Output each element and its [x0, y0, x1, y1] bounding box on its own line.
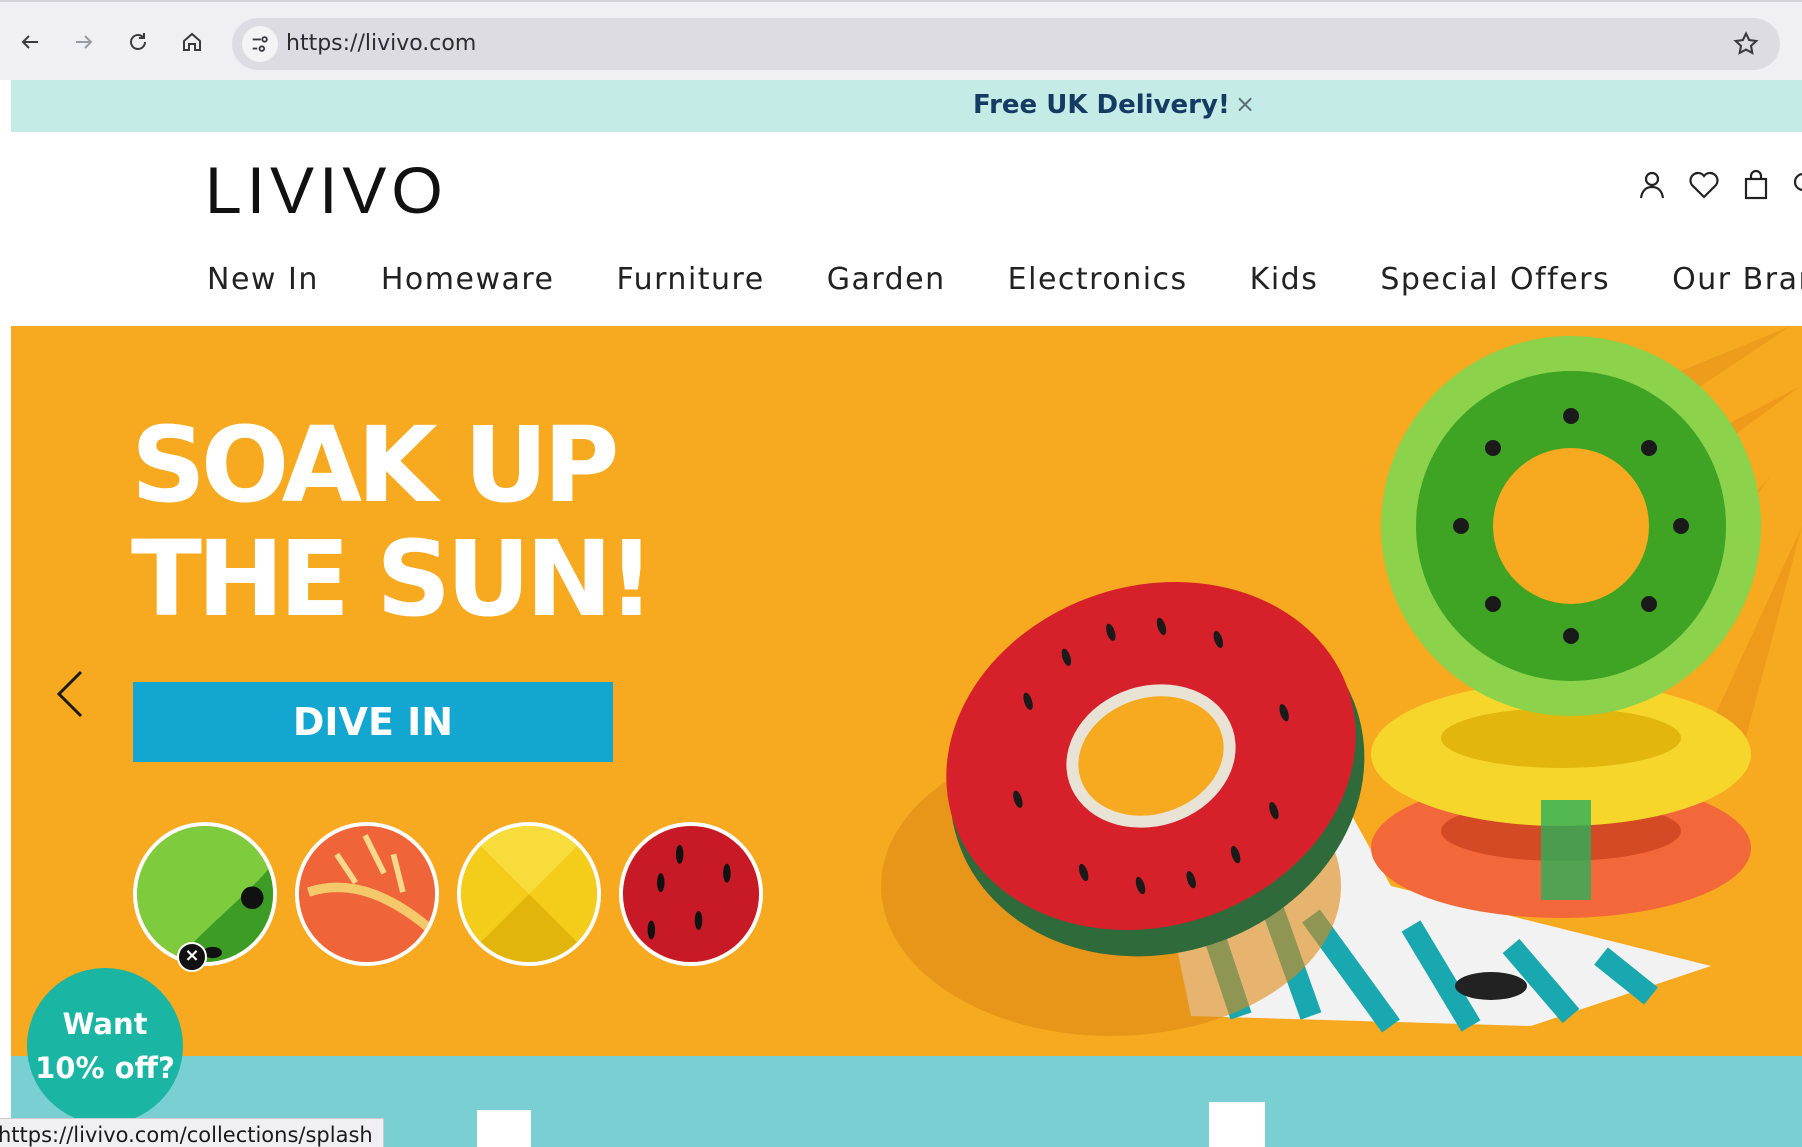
hero-banner[interactable]: SOAK UP THE SUN! DIVE IN — [11, 326, 1802, 1056]
bookmark-star-icon[interactable] — [1732, 30, 1760, 58]
address-bar[interactable]: https://livivo.com — [232, 18, 1780, 70]
forward-icon[interactable] — [66, 24, 102, 60]
chevron-left-icon[interactable] — [51, 664, 91, 724]
url-text[interactable]: https://livivo.com — [286, 31, 476, 56]
discount-promo-badge[interactable]: Want 10% off? — [27, 968, 183, 1124]
back-icon[interactable] — [12, 24, 48, 60]
nav-item-new-in[interactable]: New In — [207, 262, 319, 297]
wishlist-heart-icon[interactable] — [1687, 168, 1721, 202]
nav-item-garden[interactable]: Garden — [827, 262, 946, 297]
swatch-kiwi[interactable] — [133, 822, 277, 966]
promo-line1: Want — [62, 1007, 148, 1041]
cart-bag-icon[interactable] — [1739, 168, 1773, 202]
swatch-tropical[interactable] — [295, 822, 439, 966]
status-bar-link: https://livivo.com/collections/splash — [0, 1118, 384, 1147]
home-icon[interactable] — [174, 24, 210, 60]
band-graphic-left — [477, 1110, 531, 1147]
nav-item-homeware[interactable]: Homeware — [381, 262, 555, 297]
account-icon[interactable] — [1635, 168, 1669, 202]
announcement-close-button[interactable]: × — [1235, 90, 1255, 118]
nav-item-electronics[interactable]: Electronics — [1008, 262, 1188, 297]
promo-line2: 10% off? — [35, 1051, 175, 1085]
promo-close-button[interactable]: × — [177, 942, 207, 972]
browser-toolbar: https://livivo.com — [0, 0, 1802, 80]
site-logo[interactable]: LIVIVO — [205, 152, 448, 228]
announcement-text[interactable]: Free UK Delivery! — [973, 90, 1230, 120]
nav-item-special-offers[interactable]: Special Offers — [1380, 262, 1610, 297]
page-settings-icon[interactable] — [242, 26, 278, 62]
dive-in-button[interactable]: DIVE IN — [133, 682, 613, 762]
band-graphic-right — [1209, 1102, 1265, 1147]
hero-title-line2: THE SUN! — [131, 518, 655, 640]
web-page: Free UK Delivery! × LIVIVO New In Homewa… — [11, 80, 1802, 1147]
nav-item-furniture[interactable]: Furniture — [617, 262, 765, 297]
reload-icon[interactable] — [120, 24, 156, 60]
search-icon[interactable] — [1789, 168, 1802, 202]
swatch-watermelon[interactable] — [619, 822, 763, 966]
nav-item-our-brands[interactable]: Our Brar — [1672, 262, 1802, 297]
nav-item-kids[interactable]: Kids — [1250, 262, 1319, 297]
status-url: https://livivo.com/collections/splash — [0, 1123, 373, 1147]
hero-title-line1: SOAK UP — [131, 404, 619, 526]
main-navigation: New In Homeware Furniture Garden Electro… — [207, 262, 1802, 297]
announcement-bar: Free UK Delivery! × — [11, 80, 1802, 132]
hero-title: SOAK UP THE SUN! — [131, 404, 655, 640]
swatch-pineapple[interactable] — [457, 822, 601, 966]
